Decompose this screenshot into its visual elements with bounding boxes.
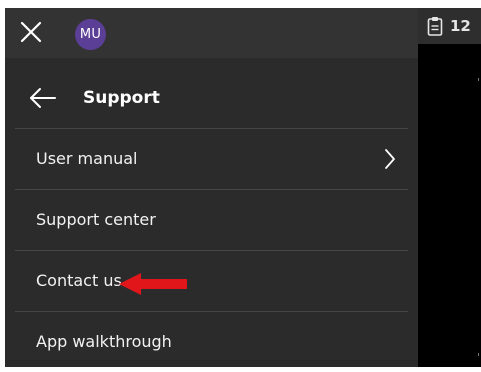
scale-tick [478,78,479,81]
menu-item-app-walkthrough[interactable]: App walkthrough [15,312,408,372]
menu-item-label: Contact us [36,271,122,290]
chevron-right-icon [385,149,395,169]
menu-item-support-center[interactable]: Support center [15,190,408,251]
back-button[interactable] [29,86,57,110]
menu-item-label: Support center [36,210,156,229]
menu-item-user-manual[interactable]: User manual [15,129,408,190]
support-header: Support [15,68,408,129]
annotation-arrow [119,273,187,295]
menu-item-label: User manual [36,149,138,168]
back-arrow-icon [30,88,56,108]
app-window: MU Support User manual Support center Co… [5,8,481,367]
close-icon [20,21,42,43]
page-title: Support [83,88,160,108]
close-button[interactable] [19,20,43,44]
menu-item-label: App walkthrough [36,332,172,351]
background-view: 12 [418,8,481,367]
side-menu-panel: MU Support User manual Support center Co… [5,8,418,367]
clipboard-icon [427,17,443,36]
clip-count: 12 [450,17,471,35]
menu-item-contact-us[interactable]: Contact us [15,251,408,312]
scale-tick [478,353,479,356]
menu-topbar: MU [5,8,418,58]
clip-count-indicator[interactable]: 12 [418,8,481,44]
avatar[interactable]: MU [75,19,106,50]
